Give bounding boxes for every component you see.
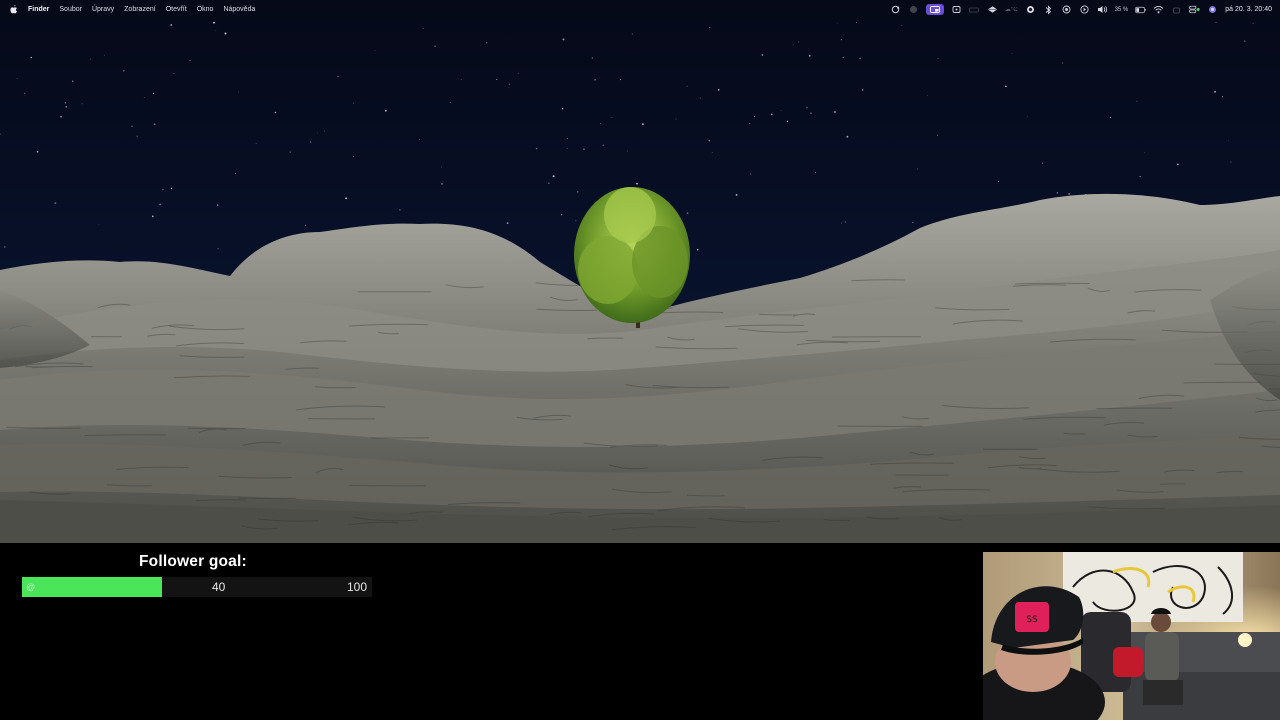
- share-icon[interactable]: [1171, 4, 1182, 15]
- menu-upravy[interactable]: Úpravy: [87, 0, 119, 19]
- follower-goal-target-count: 100: [346, 580, 367, 594]
- screen: Finder Soubor Úpravy Zobrazení Otevřít O…: [0, 0, 1280, 720]
- weather-icon[interactable]: ☁°C: [1005, 6, 1018, 13]
- battery-icon[interactable]: [1135, 4, 1146, 15]
- desktop[interactable]: Finder Soubor Úpravy Zobrazení Otevřít O…: [0, 0, 1280, 543]
- window-icon[interactable]: [951, 4, 962, 15]
- battery-percent[interactable]: 35 %: [1115, 7, 1129, 13]
- weather-text: °C: [1010, 7, 1018, 13]
- apple-logo-icon[interactable]: [9, 5, 18, 15]
- webcam-image: SS: [983, 552, 1280, 720]
- follower-goal-title: Follower goal:: [139, 553, 247, 570]
- diamond-icon[interactable]: [987, 4, 998, 15]
- menubar-clock[interactable]: pá 20. 3. 20:40: [1225, 6, 1272, 13]
- bluetooth-icon[interactable]: [1043, 4, 1054, 15]
- control-center-icon[interactable]: [1189, 4, 1200, 15]
- sync-icon[interactable]: [890, 4, 901, 15]
- follower-goal-fill-text: @: [26, 582, 36, 592]
- menu-napoveda[interactable]: Nápověda: [218, 0, 260, 19]
- siri-icon[interactable]: [1207, 4, 1218, 15]
- wifi-icon[interactable]: [1153, 4, 1164, 15]
- menu-app-name[interactable]: Finder: [26, 0, 54, 19]
- follower-goal-progress-bar: @ 40 100: [22, 577, 372, 597]
- wallpaper-image: [0, 0, 1280, 543]
- menu-soubor[interactable]: Soubor: [54, 0, 87, 19]
- menu-bar: Finder Soubor Úpravy Zobrazení Otevřít O…: [0, 0, 1280, 19]
- menu-zobrazeni[interactable]: Zobrazení: [119, 0, 161, 19]
- app-indicator-icon[interactable]: [908, 4, 919, 15]
- webcam-feed: SS: [983, 552, 1280, 720]
- focus-icon[interactable]: [1061, 4, 1072, 15]
- follower-goal-progress-fill: [22, 577, 162, 597]
- follower-goal-current-count: 40: [212, 580, 226, 594]
- record-icon[interactable]: [1025, 4, 1036, 15]
- play-icon[interactable]: [1079, 4, 1090, 15]
- menu-okno[interactable]: Okno: [192, 0, 219, 19]
- screen-mirror-icon[interactable]: [925, 4, 944, 15]
- svg-text:SS: SS: [1026, 615, 1038, 625]
- notch-icon[interactable]: [969, 4, 980, 15]
- volume-icon[interactable]: [1097, 4, 1108, 15]
- menu-otevrit[interactable]: Otevřít: [161, 0, 192, 19]
